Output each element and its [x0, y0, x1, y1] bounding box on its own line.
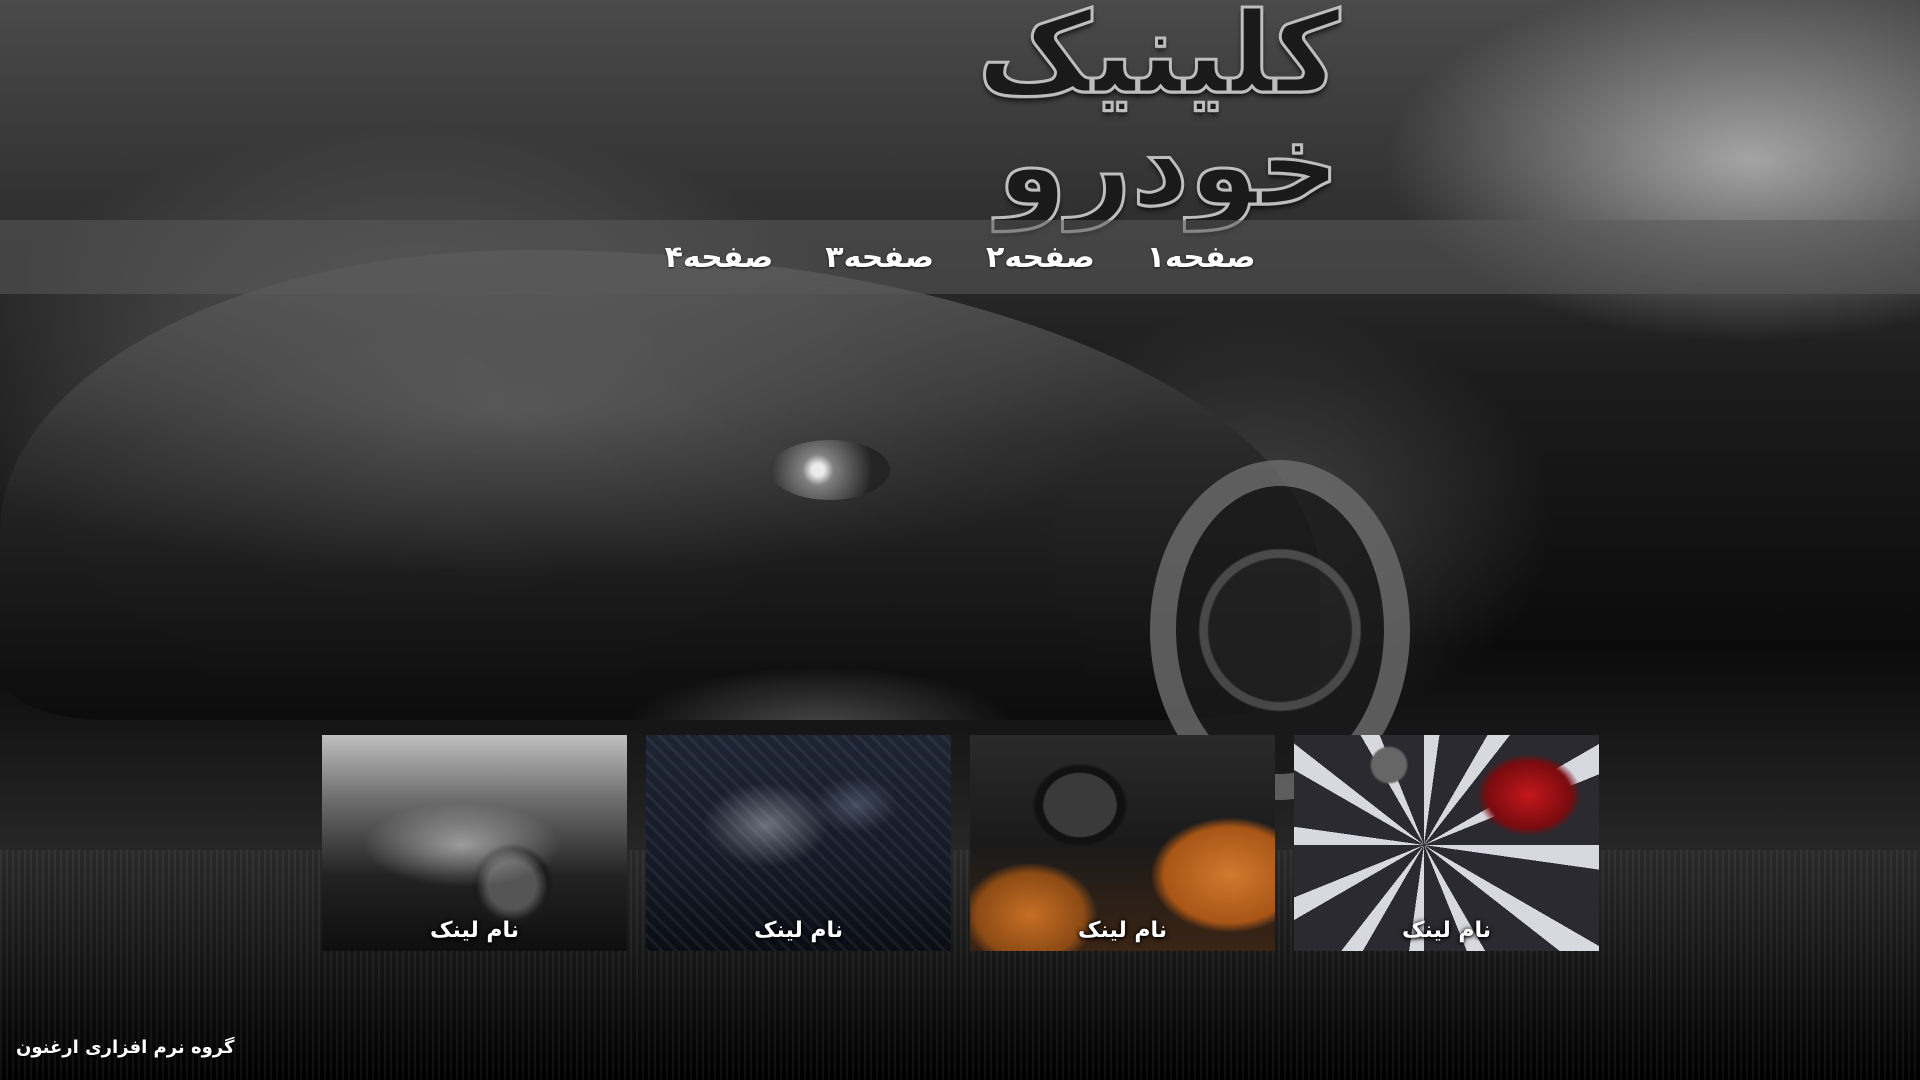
link-cards: نام لینک نام لینک نام لینک نام لینک	[322, 735, 1600, 953]
nav-item-page3[interactable]: صفحه۳	[821, 234, 938, 281]
hero-car-headlight	[770, 440, 890, 500]
main-nav: صفحه۱ صفحه۲ صفحه۳ صفحه۴	[0, 220, 1920, 294]
card-label: نام لینک	[1401, 918, 1492, 943]
card-label: نام لینک	[753, 918, 844, 943]
link-card-wheel[interactable]: نام لینک	[1294, 735, 1599, 951]
link-card-car[interactable]: نام لینک	[322, 735, 627, 951]
nav-item-page2[interactable]: صفحه۲	[982, 234, 1099, 281]
link-card-interior[interactable]: نام لینک	[970, 735, 1275, 951]
nav-item-page4[interactable]: صفحه۴	[661, 234, 778, 281]
card-label: نام لینک	[1077, 918, 1168, 943]
site-logo-title[interactable]: کلینیک خودرو	[620, 0, 1344, 224]
footer-credit[interactable]: گروه نرم افزاری ارغنون	[16, 1037, 234, 1058]
link-card-engine[interactable]: نام لینک	[646, 735, 951, 951]
nav-item-page1[interactable]: صفحه۱	[1143, 234, 1260, 281]
card-label: نام لینک	[429, 918, 520, 943]
